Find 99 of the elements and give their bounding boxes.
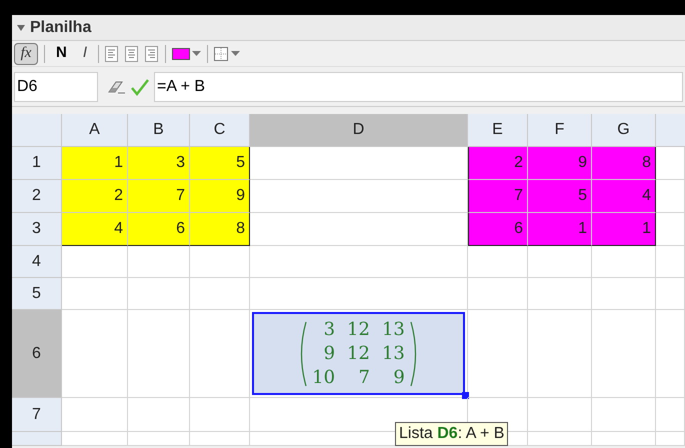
color-swatch[interactable] xyxy=(172,48,190,60)
border-grid-icon xyxy=(214,46,228,60)
spreadsheet-cell[interactable] xyxy=(250,278,468,310)
eraser-icon[interactable] xyxy=(106,78,126,94)
column-header[interactable] xyxy=(656,114,685,147)
spreadsheet-cell[interactable]: 6 xyxy=(128,213,190,246)
matrix-entry: 9 xyxy=(392,366,405,390)
spreadsheet-cell[interactable] xyxy=(528,246,592,278)
row-header[interactable]: 7 xyxy=(12,398,62,432)
spreadsheet-cell[interactable]: 5 xyxy=(190,147,250,180)
matrix-entry: 9 xyxy=(322,342,336,366)
spreadsheet-cell[interactable] xyxy=(62,278,128,310)
spreadsheet-cell[interactable] xyxy=(190,398,250,432)
spreadsheet-cell[interactable] xyxy=(656,147,685,180)
spreadsheet-cell[interactable] xyxy=(62,398,128,432)
spreadsheet-cell[interactable] xyxy=(62,432,128,446)
spreadsheet-cell[interactable]: 1 xyxy=(528,213,592,246)
spreadsheet-cell[interactable]: 5 xyxy=(528,180,592,213)
spreadsheet-cell[interactable] xyxy=(656,310,685,398)
row-header[interactable]: 4 xyxy=(12,246,62,278)
spreadsheet-cell[interactable] xyxy=(656,246,685,278)
spreadsheet-cell[interactable] xyxy=(468,310,528,398)
spreadsheet-cell[interactable] xyxy=(528,278,592,310)
spreadsheet-cell[interactable] xyxy=(128,310,190,398)
spreadsheet-cell[interactable] xyxy=(62,246,128,278)
spreadsheet-cell[interactable] xyxy=(592,432,656,446)
spreadsheet-cell[interactable]: 4 xyxy=(592,180,656,213)
row-header[interactable]: 2 xyxy=(12,180,62,213)
spreadsheet-cell[interactable] xyxy=(592,310,656,398)
tooltip: Lista D6: A + B xyxy=(395,422,508,446)
row-header[interactable]: 5 xyxy=(12,278,62,310)
spreadsheet-cell[interactable] xyxy=(468,278,528,310)
matrix-entry: 7 xyxy=(358,366,370,390)
caret-icon xyxy=(192,50,202,56)
spreadsheet-cell[interactable]: 4 xyxy=(62,213,128,246)
formula-input-field[interactable]: =A + B xyxy=(154,72,683,102)
spreadsheet-cell[interactable]: 7 xyxy=(128,180,190,213)
column-header[interactable]: B xyxy=(128,114,190,147)
spreadsheet-cell[interactable] xyxy=(128,278,190,310)
spreadsheet-cell[interactable] xyxy=(128,398,190,432)
column-header[interactable]: F xyxy=(528,114,592,147)
spreadsheet-cell[interactable]: 3 xyxy=(128,147,190,180)
collapse-triangle-icon[interactable] xyxy=(16,24,26,32)
column-header[interactable]: D xyxy=(250,114,468,147)
spreadsheet-cell[interactable]: 9 xyxy=(190,180,250,213)
spreadsheet-cell[interactable]: 2 xyxy=(62,180,128,213)
panel-title: Planilha xyxy=(30,18,92,38)
spreadsheet-cell[interactable] xyxy=(656,180,685,213)
formula-button[interactable]: fx xyxy=(14,42,38,64)
matrix-entry: 13 xyxy=(382,342,405,366)
spreadsheet-cell[interactable] xyxy=(190,310,250,398)
spreadsheet-cell[interactable]: 7 xyxy=(468,180,528,213)
bold-button[interactable]: N xyxy=(51,42,72,64)
spreadsheet-cell[interactable] xyxy=(128,246,190,278)
matrix-entry: 3 xyxy=(322,318,336,342)
matrix-entry: 13 xyxy=(382,318,405,342)
row-header[interactable]: 1 xyxy=(12,147,62,180)
spreadsheet-cell[interactable] xyxy=(250,246,468,278)
align-left-icon[interactable] xyxy=(105,46,120,62)
spreadsheet-cell[interactable]: 8 xyxy=(592,147,656,180)
italic-button[interactable]: I xyxy=(78,42,92,64)
align-right-icon[interactable] xyxy=(145,46,160,62)
caret-icon xyxy=(231,50,240,56)
checkmark-icon[interactable] xyxy=(130,78,150,96)
row-header[interactable]: 6 xyxy=(12,310,62,398)
spreadsheet-cell[interactable] xyxy=(190,432,250,446)
spreadsheet-cell[interactable] xyxy=(592,398,656,432)
spreadsheet-cell[interactable]: 6 xyxy=(468,213,528,246)
spreadsheet-cell[interactable] xyxy=(528,398,592,432)
spreadsheet-cell[interactable] xyxy=(128,432,190,446)
spreadsheet-cell[interactable] xyxy=(656,278,685,310)
spreadsheet-cell[interactable] xyxy=(656,213,685,246)
spreadsheet-cell[interactable] xyxy=(656,398,685,432)
spreadsheet-cell[interactable]: 2 xyxy=(468,147,528,180)
spreadsheet-cell[interactable]: 8 xyxy=(190,213,250,246)
spreadsheet-cell[interactable] xyxy=(190,246,250,278)
column-header[interactable]: E xyxy=(468,114,528,147)
column-header[interactable]: G xyxy=(592,114,656,147)
spreadsheet-cell[interactable] xyxy=(592,246,656,278)
spreadsheet-cell[interactable] xyxy=(592,278,656,310)
spreadsheet-cell[interactable] xyxy=(468,246,528,278)
spreadsheet-cell[interactable]: 1 xyxy=(62,147,128,180)
spreadsheet-cell[interactable] xyxy=(190,278,250,310)
row-header[interactable]: 3 xyxy=(12,213,62,246)
spreadsheet-cell[interactable]: 1 xyxy=(592,213,656,246)
column-header[interactable]: A xyxy=(62,114,128,147)
cell-name-field[interactable]: D6 xyxy=(14,72,98,102)
align-center-icon[interactable] xyxy=(125,46,140,62)
spreadsheet-cell[interactable] xyxy=(656,432,685,446)
fill-handle[interactable] xyxy=(462,392,469,399)
spreadsheet-cell[interactable] xyxy=(62,310,128,398)
matrix-entry: 10 xyxy=(312,366,336,390)
spreadsheet-cell[interactable] xyxy=(528,432,592,446)
matrix-entry: 12 xyxy=(347,342,370,366)
column-header[interactable]: C xyxy=(190,114,250,147)
matrix-entry: 12 xyxy=(347,318,370,342)
row-header[interactable] xyxy=(12,432,62,446)
spreadsheet-cell[interactable]: 9 xyxy=(528,147,592,180)
spreadsheet-cell[interactable] xyxy=(528,310,592,398)
